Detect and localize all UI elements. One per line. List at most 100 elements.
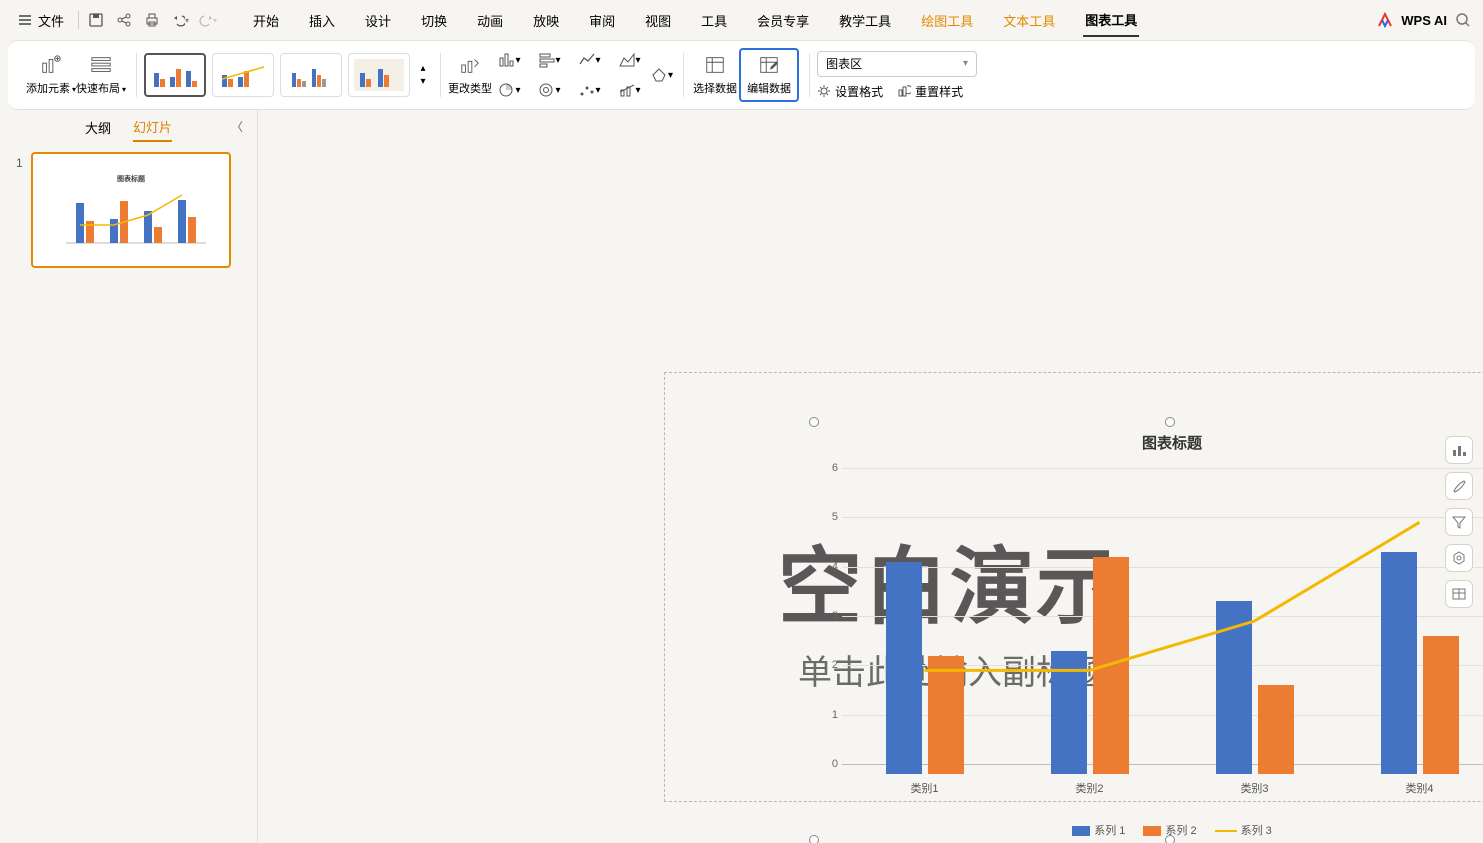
- add-element-icon: [40, 54, 62, 76]
- bar-系列 2-类别3[interactable]: [1258, 685, 1294, 774]
- style-thumb-2[interactable]: [212, 53, 274, 97]
- workspace: 大纲 幻灯片 〈 1 图表标题: [0, 110, 1483, 843]
- print-icon[interactable]: [143, 11, 161, 29]
- bar-icon[interactable]: ▾: [492, 52, 526, 68]
- chart-settings-icon[interactable]: [1445, 544, 1473, 572]
- set-format-label: 设置格式: [835, 83, 883, 100]
- change-type-button[interactable]: 更改类型: [448, 54, 492, 96]
- legend-item-3[interactable]: 系列 3: [1215, 822, 1272, 838]
- wps-ai[interactable]: WPS AI: [1377, 12, 1471, 28]
- bar-系列 1-类别3[interactable]: [1216, 601, 1252, 774]
- chart-elements-icon[interactable]: [1445, 436, 1473, 464]
- category-label: 类别4: [1360, 780, 1480, 796]
- select-data-icon: [704, 54, 726, 76]
- quick-layout-label: 快速布局: [76, 83, 120, 95]
- slides-tab[interactable]: 幻灯片: [133, 113, 172, 142]
- legend-item-1[interactable]: 系列 1: [1072, 822, 1125, 838]
- y-tick: 2: [818, 659, 838, 671]
- ribbon: 添加元素▾ 快速布局▾ ▴▾ 更改类型 ▾ ▾ ▾ ▾ ▾ ▾: [8, 40, 1475, 110]
- pie-icon[interactable]: ▾: [492, 82, 526, 98]
- tab-slideshow[interactable]: 放映: [531, 5, 561, 36]
- select-data-button[interactable]: 选择数据: [691, 54, 739, 96]
- y-tick: 3: [818, 610, 838, 622]
- reset-style-button[interactable]: 重置样式: [897, 83, 963, 100]
- bar-系列 2-类别4[interactable]: [1423, 636, 1459, 774]
- bar-系列 2-类别2[interactable]: [1093, 557, 1129, 774]
- add-element-label: 添加元素: [26, 83, 70, 95]
- search-icon[interactable]: [1455, 12, 1471, 28]
- chart-quick-buttons: ▾ ▾ ▾ ▾ ▾ ▾ ▾ ▾: [492, 47, 646, 103]
- file-menu[interactable]: 文件: [12, 7, 70, 34]
- change-type-label: 更改类型: [448, 80, 492, 96]
- wpsai-label: WPS AI: [1401, 13, 1447, 28]
- slide-canvas[interactable]: 空白演示 单击此处输入副标题 图表标题 0123456类别1类别2类别3类别4 …: [258, 110, 1483, 843]
- line-icon[interactable]: ▾: [572, 52, 606, 68]
- bar-系列 2-类别1[interactable]: [928, 656, 964, 774]
- chart-object[interactable]: 图表标题 0123456类别1类别2类别3类别4 系列 1 系列 2 系列 3: [814, 422, 1483, 840]
- chart-area-selector[interactable]: 图表区 ▾: [817, 51, 977, 77]
- tab-review[interactable]: 审阅: [587, 5, 617, 36]
- y-tick: 0: [818, 758, 838, 770]
- svg-text:图表标题: 图表标题: [117, 174, 146, 183]
- change-type-icon: [459, 54, 481, 76]
- chart-legend[interactable]: 系列 1 系列 2 系列 3: [814, 822, 1483, 838]
- tab-draw-tools[interactable]: 绘图工具: [919, 5, 975, 36]
- tab-insert[interactable]: 插入: [307, 5, 337, 36]
- tab-vip[interactable]: 会员专享: [755, 5, 811, 36]
- quick-layout-button[interactable]: 快速布局▾: [76, 54, 126, 96]
- sel-handle-n[interactable]: [1165, 417, 1175, 427]
- sel-handle-sw[interactable]: [809, 835, 819, 843]
- tab-text-tools[interactable]: 文本工具: [1001, 5, 1057, 36]
- combo-icon[interactable]: ▾: [612, 82, 646, 98]
- bar-系列 1-类别1[interactable]: [886, 562, 922, 774]
- chart-filter-icon[interactable]: [1445, 508, 1473, 536]
- chart-table-icon[interactable]: [1445, 580, 1473, 608]
- area-icon[interactable]: ▾: [612, 52, 646, 68]
- sel-handle-s[interactable]: [1165, 835, 1175, 843]
- tab-transition[interactable]: 切换: [419, 5, 449, 36]
- bar-系列 1-类别4[interactable]: [1381, 552, 1417, 774]
- menu-icon: [18, 13, 32, 27]
- gear-icon: [817, 84, 831, 98]
- add-element-button[interactable]: 添加元素▾: [26, 54, 76, 96]
- chevron-down-icon: ▾: [963, 58, 968, 69]
- radar-icon[interactable]: ▾: [650, 67, 673, 83]
- slide-thumbnail-1[interactable]: 图表标题: [31, 152, 231, 268]
- tab-view[interactable]: 视图: [643, 5, 673, 36]
- tab-start[interactable]: 开始: [251, 5, 281, 36]
- tab-design[interactable]: 设计: [363, 5, 393, 36]
- outline-tab[interactable]: 大纲: [85, 114, 111, 141]
- chart-title[interactable]: 图表标题: [814, 432, 1483, 453]
- sel-handle-nw[interactable]: [809, 417, 819, 427]
- style-thumb-3[interactable]: [280, 53, 342, 97]
- donut-icon[interactable]: ▾: [532, 82, 566, 98]
- y-tick: 4: [818, 561, 838, 573]
- quick-layout-icon: [90, 54, 112, 76]
- set-format-button[interactable]: 设置格式: [817, 83, 883, 100]
- chart-brush-icon[interactable]: [1445, 472, 1473, 500]
- chart-plot-area[interactable]: 0123456类别1类别2类别3类别4: [842, 468, 1483, 774]
- share-icon[interactable]: [115, 11, 133, 29]
- separator: [78, 11, 79, 29]
- category-label: 类别2: [1030, 780, 1150, 796]
- hbar-icon[interactable]: ▾: [532, 52, 566, 68]
- tab-animation[interactable]: 动画: [475, 5, 505, 36]
- style-thumb-1[interactable]: [144, 53, 206, 97]
- style-thumb-4[interactable]: [348, 53, 410, 97]
- edit-data-button[interactable]: 编辑数据: [739, 48, 799, 102]
- tab-tools[interactable]: 工具: [699, 5, 729, 36]
- tab-chart-tools[interactable]: 图表工具: [1083, 4, 1139, 37]
- slide-panel: 大纲 幻灯片 〈 1 图表标题: [0, 110, 258, 843]
- tab-teach[interactable]: 教学工具: [837, 5, 893, 36]
- collapse-panel-icon[interactable]: 〈: [231, 118, 243, 135]
- undo-icon[interactable]: ▾: [171, 11, 189, 29]
- styles-more[interactable]: ▴▾: [416, 63, 430, 87]
- category-label: 类别1: [865, 780, 985, 796]
- save-icon[interactable]: [87, 11, 105, 29]
- select-data-label: 选择数据: [693, 80, 737, 96]
- redo-icon[interactable]: ▾: [199, 11, 217, 29]
- chart-styles-gallery: ▴▾: [144, 53, 430, 97]
- scatter-icon[interactable]: ▾: [572, 82, 606, 98]
- y-tick: 1: [818, 709, 838, 721]
- bar-系列 1-类别2[interactable]: [1051, 651, 1087, 774]
